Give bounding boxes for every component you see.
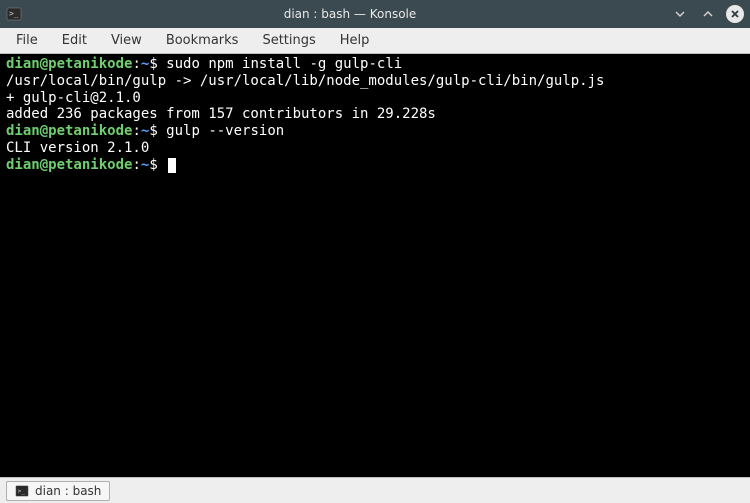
terminal-output-line: /usr/local/bin/gulp -> /usr/local/lib/no… [6, 73, 744, 90]
svg-text:>_: >_ [18, 487, 26, 494]
menu-view[interactable]: View [99, 29, 154, 52]
terminal-prompt-line: dian@petanikode:~$ [6, 157, 744, 174]
menu-file[interactable]: File [4, 29, 50, 52]
menubar: File Edit View Bookmarks Settings Help [0, 28, 750, 54]
terminal-icon: >_ [15, 484, 29, 498]
svg-text:>_: >_ [9, 9, 19, 18]
window-controls [670, 4, 744, 24]
window-title: dian : bash — Konsole [30, 7, 670, 21]
tab-label: dian : bash [35, 484, 101, 498]
cursor-icon [168, 158, 176, 173]
menu-settings[interactable]: Settings [250, 29, 327, 52]
terminal-output-line: added 236 packages from 157 contributors… [6, 106, 744, 123]
terminal-output-line: CLI version 2.1.0 [6, 140, 744, 157]
tab-current[interactable]: >_ dian : bash [6, 481, 110, 501]
minimize-button[interactable] [670, 4, 690, 24]
terminal-prompt-line: dian@petanikode:~$ sudo npm install -g g… [6, 56, 744, 73]
menu-edit[interactable]: Edit [50, 29, 99, 52]
menu-bookmarks[interactable]: Bookmarks [154, 29, 251, 52]
terminal-prompt-line: dian@petanikode:~$ gulp --version [6, 123, 744, 140]
menu-help[interactable]: Help [328, 29, 382, 52]
app-icon: >_ [6, 6, 22, 22]
statusbar: >_ dian : bash [0, 477, 750, 503]
titlebar: >_ dian : bash — Konsole [0, 0, 750, 28]
terminal-area[interactable]: dian@petanikode:~$ sudo npm install -g g… [0, 54, 750, 477]
close-button[interactable] [726, 5, 744, 23]
terminal-output-line: + gulp-cli@2.1.0 [6, 90, 744, 107]
maximize-button[interactable] [698, 4, 718, 24]
